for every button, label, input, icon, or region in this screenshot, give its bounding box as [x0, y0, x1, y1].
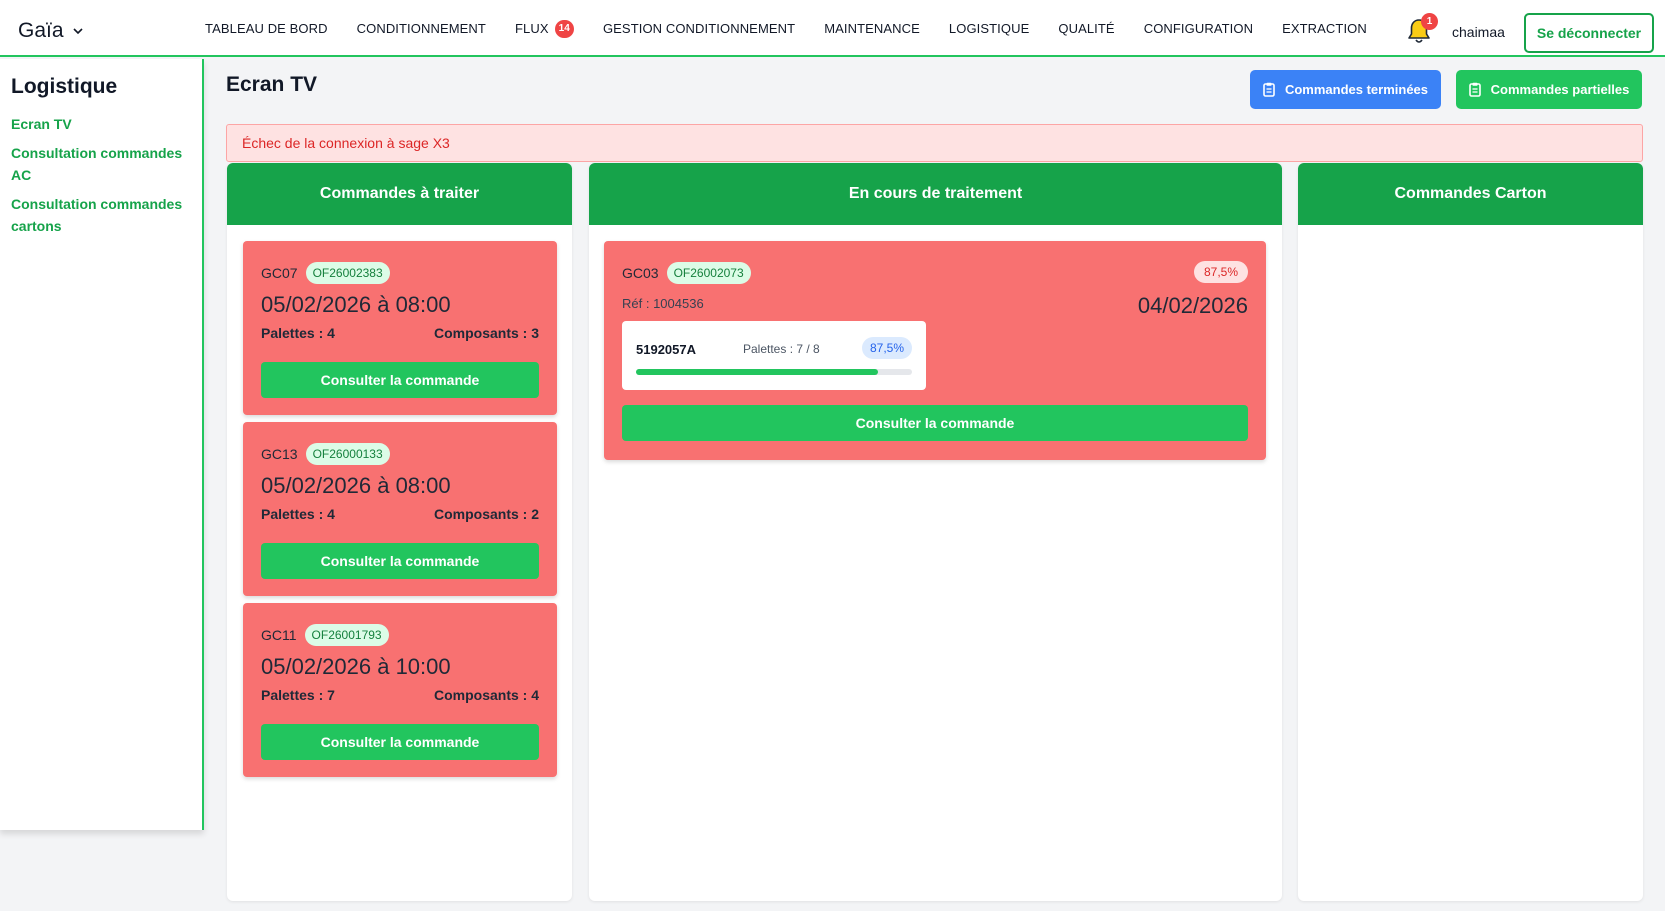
error-alert: Échec de la connexion à sage X3 [226, 124, 1643, 162]
top-navbar: Gaïa TABLEAU DE BORD CONDITIONNEMENT FLU… [0, 0, 1665, 57]
flux-count-badge: 14 [554, 19, 574, 38]
order-date: 04/02/2026 [1137, 293, 1248, 318]
sidebar: Logistique Ecran TV Consultation command… [0, 59, 204, 830]
column-header: En cours de traitement [589, 163, 1282, 225]
nav-logistique[interactable]: LOGISTIQUE [949, 21, 1029, 36]
notifications-badge: 1 [1421, 13, 1438, 30]
completed-orders-button[interactable]: Commandes terminées [1250, 70, 1441, 109]
column-header: Commandes à traiter [227, 163, 572, 225]
user-name: chaimaa [1452, 24, 1505, 40]
order-card: GC11 OF26001793 05/02/2026 à 10:00 Palett… [243, 603, 557, 777]
chevron-down-icon [72, 28, 83, 35]
brand-menu[interactable]: Gaïa [18, 19, 84, 43]
of-badge: OF26002073 [666, 262, 751, 284]
column-header: Commandes Carton [1298, 163, 1643, 225]
partial-orders-label: Commandes partielles [1490, 82, 1630, 97]
sidebar-title: Logistique [11, 75, 118, 98]
composants-count: Composants : 2 [433, 506, 539, 522]
composants-count: Composants : 4 [433, 687, 539, 703]
order-date: 05/02/2026 à 08:00 [261, 473, 451, 498]
palettes-count: Palettes : 7 [261, 687, 335, 703]
column-carton-orders: Commandes Carton [1298, 163, 1643, 901]
of-badge: OF26000133 [305, 443, 390, 465]
page-title: Ecran TV [226, 73, 318, 96]
palettes-count: Palettes : 4 [261, 325, 335, 341]
completed-orders-label: Commandes terminées [1284, 82, 1429, 97]
partial-orders-button[interactable]: Commandes partielles [1456, 70, 1642, 109]
in-progress-order-card: GC03 OF26002073 87,5% Réf : 1004536 04/02… [604, 241, 1266, 460]
nav-configuration[interactable]: CONFIGURATION [1144, 21, 1253, 36]
order-card: GC07 OF26002383 05/02/2026 à 08:00 Palett… [243, 241, 557, 415]
progress-bar [636, 369, 912, 375]
reference: Réf : 1004536 [622, 296, 704, 311]
order-date: 05/02/2026 à 10:00 [261, 654, 451, 679]
of-badge: OF26002383 [305, 262, 390, 284]
main-nav: TABLEAU DE BORD CONDITIONNEMENT FLUX 14 G… [205, 0, 1367, 57]
notifications-button[interactable]: 1 [1406, 13, 1438, 45]
component-progress-badge: 87,5% [861, 337, 912, 359]
nav-qualite[interactable]: QUALITÉ [1058, 21, 1114, 36]
order-code: GC13 [261, 446, 298, 462]
nav-maintenance[interactable]: MAINTENANCE [824, 21, 920, 36]
of-badge: OF26001793 [304, 624, 389, 646]
order-code: GC07 [261, 265, 298, 281]
nav-extraction[interactable]: EXTRACTION [1282, 21, 1367, 36]
sidebar-link-commandes-ac[interactable]: Consultation commandes AC [11, 142, 191, 186]
sidebar-link-commandes-cartons[interactable]: Consultation commandes cartons [11, 193, 191, 237]
logout-button[interactable]: Se déconnecter [1524, 13, 1654, 53]
view-order-button[interactable]: Consulter la commande [622, 405, 1248, 441]
view-order-button[interactable]: Consulter la commande [261, 724, 539, 760]
view-order-button[interactable]: Consulter la commande [261, 543, 539, 579]
order-code: GC03 [622, 265, 659, 281]
progress-bar-fill [636, 369, 878, 375]
composants-count: Composants : 3 [433, 325, 539, 341]
progress-badge: 87,5% [1193, 261, 1248, 283]
clipboard-icon [1468, 82, 1481, 97]
nav-tableau-de-bord[interactable]: TABLEAU DE BORD [205, 21, 328, 36]
clipboard-icon [1263, 82, 1275, 97]
sidebar-link-ecran-tv[interactable]: Ecran TV [11, 113, 191, 135]
brand-name: Gaïa [18, 19, 64, 42]
column-to-process: Commandes à traiter GC07 OF26002383 05/02… [227, 163, 572, 901]
component-code: 5192057A [636, 342, 696, 357]
view-order-button[interactable]: Consulter la commande [261, 362, 539, 398]
palettes-count: Palettes : 4 [261, 506, 335, 522]
nav-gestion-conditionnement[interactable]: GESTION CONDITIONNEMENT [603, 21, 795, 36]
order-date: 05/02/2026 à 08:00 [261, 292, 451, 317]
nav-flux[interactable]: FLUX 14 [515, 19, 574, 38]
component-progress-card: 5192057A Palettes : 7 / 8 87,5% [622, 321, 926, 390]
order-card: GC13 OF26000133 05/02/2026 à 08:00 Palett… [243, 422, 557, 596]
order-code: GC11 [261, 627, 297, 643]
nav-conditionnement[interactable]: CONDITIONNEMENT [357, 21, 486, 36]
component-palettes: Palettes : 7 / 8 [743, 342, 820, 356]
column-in-progress: En cours de traitement GC03 OF26002073 87… [589, 163, 1282, 901]
